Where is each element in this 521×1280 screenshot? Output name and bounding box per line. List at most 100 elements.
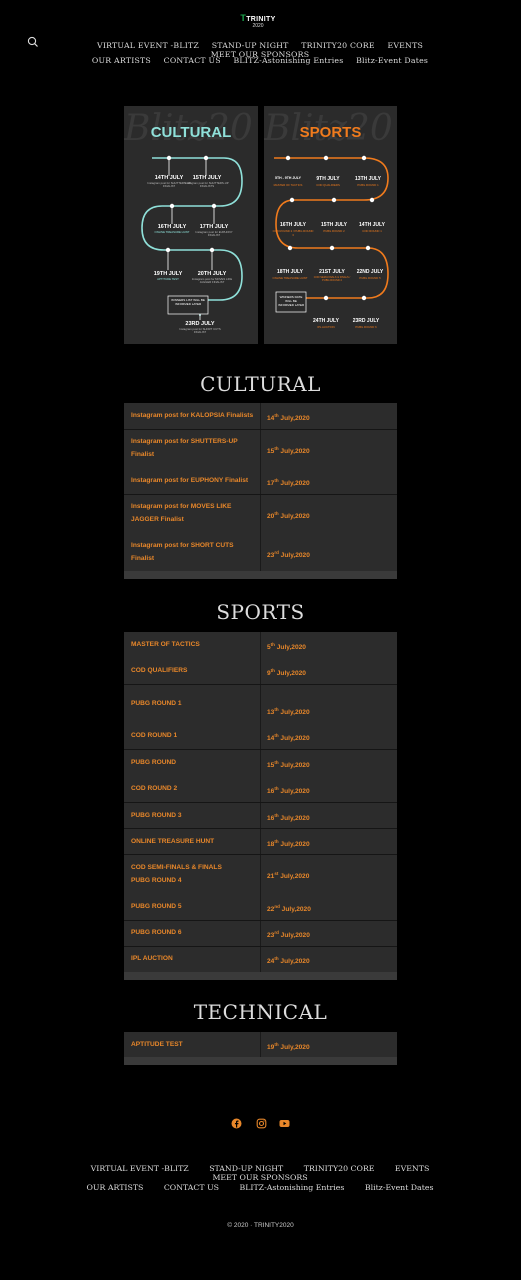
date-cell: 14th July,2020 xyxy=(267,733,310,742)
event-cell: Instagram post for SHORT CUTS Finalist xyxy=(131,542,234,562)
instagram-icon[interactable] xyxy=(256,1118,267,1129)
date-cell: 23rd July,2020 xyxy=(267,930,310,939)
date-cell: 21st July,2020 xyxy=(267,871,310,880)
row-divider xyxy=(124,749,397,750)
footer-nav-events[interactable]: EVENTS xyxy=(395,1164,429,1173)
event-cell: COD ROUND 2 xyxy=(131,785,178,792)
node-desc: COD QUALIFIERS xyxy=(316,183,340,187)
node-date: 21ST JULY xyxy=(319,269,345,275)
footer-nav-meet-our-sponsors[interactable]: MEET OUR SPONSORS xyxy=(212,1173,307,1182)
node-date: 22ND JULY xyxy=(356,269,384,275)
row-divider xyxy=(124,802,397,803)
date-cell: 14th July,2020 xyxy=(267,413,310,422)
section-title-sports: SPORTS xyxy=(216,600,305,624)
event-cell: Instagram post for SHUTTERS-UP Finalist xyxy=(131,438,238,458)
row-divider xyxy=(124,946,397,947)
facebook-icon[interactable] xyxy=(231,1118,242,1129)
node-desc: COD SEMI-FINALS & FINALS / PUBG ROUND 4 xyxy=(313,276,351,283)
event-cell: Instagram post for KALOPSIA Finalists xyxy=(131,412,254,419)
node-date: 23RD JULY xyxy=(352,318,380,324)
winners-note: WINNERS LIST WILL BE INFORMED LATER xyxy=(171,298,205,306)
node-date: 13TH JULY xyxy=(355,176,381,182)
row-divider xyxy=(124,920,397,921)
site-logo[interactable]: TTRINITY 2020 xyxy=(240,13,276,33)
row-divider xyxy=(124,494,397,495)
event-cell: Instagram post for MOVES LIKE JAGGER Fin… xyxy=(131,503,232,523)
search-icon[interactable] xyxy=(27,36,39,48)
date-cell: 5th July,2020 xyxy=(267,642,306,651)
main-nav-row2: OUR ARTISTS CONTACT US BLITZ-Astonishing… xyxy=(50,56,470,65)
row-divider xyxy=(124,828,397,829)
node-desc: ONLINE TREASURE HUNT xyxy=(272,276,308,280)
section-title-cultural: CULTURAL xyxy=(200,372,321,396)
nav-events[interactable]: EVENTS xyxy=(387,41,423,50)
date-cell: 22nd July,2020 xyxy=(267,904,311,913)
copyright: © 2020 · TRINITY2020 xyxy=(227,1222,294,1229)
date-cell: 23rd July,2020 xyxy=(267,550,310,559)
node-date: 16TH JULY xyxy=(280,222,306,228)
nav-trinity20-core[interactable]: TRINITY20 CORE xyxy=(301,41,375,50)
event-cell: PUBG ROUND 5 xyxy=(131,903,182,910)
date-cell: 19th July,2020 xyxy=(267,1042,310,1051)
event-cell: ONLINE TREASURE HUNT xyxy=(131,838,215,845)
event-cell: COD SEMI-FINALS & FINALS PUBG ROUND 4 xyxy=(131,864,222,884)
date-cell: 13th July,2020 xyxy=(267,707,310,716)
footer-nav-row1: VIRTUAL EVENT -BLITZ STAND-UP NIGHT TRIN… xyxy=(30,1164,490,1182)
section-title-technical: TECHNICAL xyxy=(193,1000,328,1024)
sports-node-labels: 5TH - 9TH JULY MASTER OF TACTICS 9TH JUL… xyxy=(264,106,397,344)
nav-contact-us[interactable]: CONTACT US xyxy=(164,56,221,65)
date-cell: 17th July,2020 xyxy=(267,478,310,487)
footer-nav-virtual-event-blitz[interactable]: VIRTUAL EVENT -BLITZ xyxy=(91,1164,189,1173)
footer-nav-trinity20-core[interactable]: TRINITY20 CORE xyxy=(304,1164,375,1173)
event-cell: PUBG ROUND 1 xyxy=(131,700,182,707)
nav-blitz-event-dates[interactable]: Blitz-Event Dates xyxy=(356,56,428,65)
winners-note: WINNERS DATE WILL BE INFORMED LATER xyxy=(277,295,305,307)
cultural-table: Instagram post for KALOPSIA Finalists 14… xyxy=(124,403,397,579)
logo-text: TTRINITY xyxy=(240,13,276,23)
node-desc: IPL AUCTION xyxy=(317,325,335,329)
event-cell: COD QUALIFIERS xyxy=(131,667,188,674)
event-cell: Instagram post for EUPHONY Finalist xyxy=(131,477,249,484)
node-desc: Instagram post for SHORT CUTS FINALIST xyxy=(179,327,221,335)
sports-table: MASTER OF TACTICS 5th July,2020 COD QUAL… xyxy=(124,632,397,980)
node-date: 14TH JULY xyxy=(359,222,385,228)
date-cell: 15th July,2020 xyxy=(267,760,310,769)
node-date: 18TH JULY xyxy=(277,269,303,275)
node-date: 5TH - 9TH JULY xyxy=(275,176,301,180)
nav-blitz-astonishing-entries[interactable]: BLITZ-Astonishing Entries xyxy=(234,56,344,65)
footer-nav-our-artists[interactable]: OUR ARTISTS xyxy=(87,1183,144,1192)
node-date: 9TH JULY xyxy=(316,176,340,182)
node-desc: Instagram post for SHUTTERS-UP FINALISTS xyxy=(185,181,229,189)
footer-nav-blitz-event-dates[interactable]: Blitz-Event Dates xyxy=(365,1183,434,1192)
footer-nav-contact-us[interactable]: CONTACT US xyxy=(164,1183,219,1192)
nav-stand-up-night[interactable]: STAND-UP NIGHT xyxy=(212,41,289,50)
technical-table: APTITUDE TEST 19th July,2020 xyxy=(124,1032,397,1065)
date-cell: 16th July,2020 xyxy=(267,813,310,822)
node-date: 24TH JULY xyxy=(313,318,339,324)
footer-nav-blitz-astonishing-entries[interactable]: BLITZ-Astonishing Entries xyxy=(239,1183,344,1192)
cultural-node-labels: 14TH JULY Instagram post for SHUTTERS-UP… xyxy=(124,106,258,344)
footer-nav-stand-up-night[interactable]: STAND-UP NIGHT xyxy=(209,1164,283,1173)
table-footer xyxy=(124,972,397,980)
date-cell: 24th July,2020 xyxy=(267,956,310,965)
date-cell: 18th July,2020 xyxy=(267,839,310,848)
node-desc: Instagram post for EUPHONY FINALIST xyxy=(195,230,233,238)
row-divider xyxy=(124,854,397,855)
node-desc: COD ROUND 1 xyxy=(362,229,382,233)
event-cell: PUBG ROUND 6 xyxy=(131,929,182,936)
column-divider xyxy=(260,1032,261,1057)
table-footer xyxy=(124,571,397,579)
event-cell: APTITUDE TEST xyxy=(131,1041,183,1048)
sports-poster: Blitz20 SPORTS 5TH - 9TH JULY MASTER OF … xyxy=(264,106,397,344)
youtube-icon[interactable] xyxy=(279,1118,290,1129)
event-cell: MASTER OF TACTICS xyxy=(131,641,200,648)
node-desc: PUBG ROUND 2 xyxy=(323,229,345,233)
logo-year: 2020 xyxy=(252,23,264,29)
nav-virtual-event-blitz[interactable]: VIRTUAL EVENT -BLITZ xyxy=(97,41,199,50)
table-footer xyxy=(124,1057,397,1065)
nav-our-artists[interactable]: OUR ARTISTS xyxy=(92,56,151,65)
node-desc: PUBG ROUND 1 xyxy=(357,183,379,187)
cultural-poster: Blitz20 CULTURAL 14TH JULY Instagram pos… xyxy=(124,106,258,344)
node-date: 15TH JULY xyxy=(321,222,347,228)
event-cell: PUBG ROUND 3 xyxy=(131,812,182,819)
